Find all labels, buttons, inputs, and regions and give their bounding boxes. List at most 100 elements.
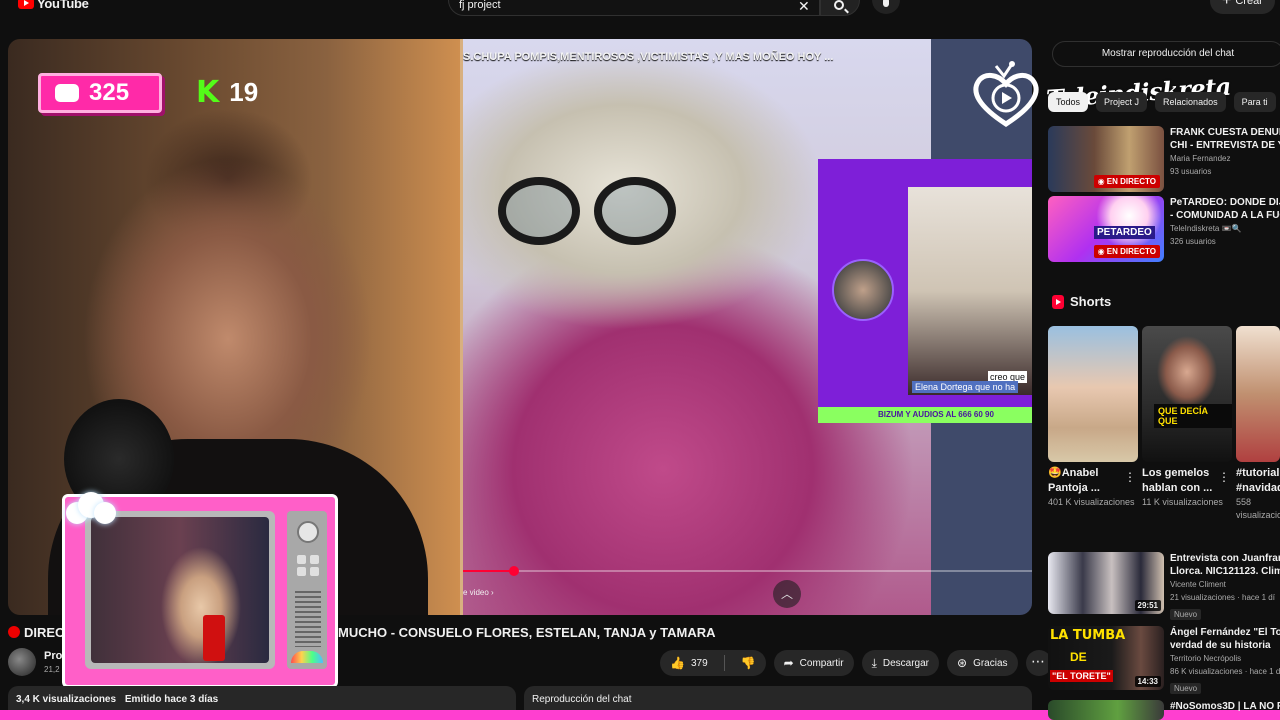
glasses-image xyxy=(498,177,678,247)
shorts-header: Shorts xyxy=(1052,294,1111,309)
rec-title: FRANK CUESTA DENUNC xyxy=(1170,127,1280,138)
short-views: 401 K visualizaciones xyxy=(1048,497,1135,507)
kick-count: 19 xyxy=(229,77,259,107)
red-cup-image xyxy=(203,615,225,661)
more-vert-icon[interactable]: ⋮ xyxy=(1124,470,1136,484)
live-badge: ◉ EN DIRECTO xyxy=(1093,175,1160,188)
like-count: 379 xyxy=(690,657,708,669)
youtube-play-icon xyxy=(18,0,34,9)
recommended-item[interactable]: LA TUMBA DE "EL TORETE" 14:33 Ángel Fern… xyxy=(1048,626,1280,696)
chip-project-j[interactable]: Project J xyxy=(1096,92,1148,112)
dollar-heart-icon: ⊛ xyxy=(957,656,968,670)
rec-title: - COMUNIDAD A LA FUGA xyxy=(1170,210,1280,221)
video-duration: 29:51 xyxy=(1134,600,1161,611)
rec-title: Entrevista con Juanfran P xyxy=(1170,553,1280,564)
thanks-button[interactable]: ⊛ Gracias xyxy=(947,650,1018,676)
rec-title: PeTARDEO: DONDE DIJE I xyxy=(1170,197,1280,208)
rec-channel: Maria Fernandez xyxy=(1170,154,1231,163)
chip-relacionados[interactable]: Relacionados xyxy=(1155,92,1226,112)
rainbow-icon xyxy=(291,651,323,663)
thumb-text: LA TUMBA xyxy=(1050,628,1126,643)
show-chat-replay-button[interactable]: Mostrar reproducción del chat xyxy=(1052,41,1280,67)
chip-para-ti[interactable]: Para ti xyxy=(1233,92,1276,112)
recommended-item[interactable]: PETARDEO ◉ EN DIRECTO PeTARDEO: DONDE DI… xyxy=(1048,196,1280,262)
video-title-start: DIREC xyxy=(24,625,65,640)
chevron-up-icon[interactable]: ︿ xyxy=(773,580,801,608)
create-button[interactable]: + Crear xyxy=(1210,0,1275,14)
recommended-item[interactable]: ◉ EN DIRECTO FRANK CUESTA DENUNC CHI - E… xyxy=(1048,126,1280,192)
rec-title: Ángel Fernández "El Toret xyxy=(1170,627,1280,638)
channel-subscribers: 21,2 xyxy=(44,665,60,674)
like-button[interactable]: 👍 379 xyxy=(660,650,718,676)
live-badge: ◉ EN DIRECTO xyxy=(1093,245,1160,258)
like-dislike-group: 👍 379 👎 xyxy=(660,650,766,676)
chip-todos[interactable]: Todos xyxy=(1048,92,1089,112)
rec-title: Llorca. NIC121123. Clime xyxy=(1170,566,1280,577)
short-title: 🤩Anabel Pantoja ... xyxy=(1048,467,1100,494)
search-button[interactable] xyxy=(820,0,860,16)
video-thumbnail[interactable]: ◉ EN DIRECTO xyxy=(1048,126,1164,192)
thumb-text: PETARDEO xyxy=(1094,226,1155,239)
short-views: 558 visualizaciones xyxy=(1236,497,1280,520)
clear-search-icon[interactable]: ✕ xyxy=(798,0,810,15)
voice-search-button[interactable] xyxy=(872,0,900,14)
more-vert-icon[interactable]: ⋮ xyxy=(1218,470,1230,484)
thumbs-up-icon: 👍 xyxy=(670,656,685,670)
rec-meta: 86 K visualizaciones · hace 1 d xyxy=(1170,667,1280,676)
tv-speaker-grille xyxy=(295,591,321,647)
rec-channel: TeleIndiskreta 📼🔍 xyxy=(1170,224,1242,233)
top-bar: YouTube ✕ + Crear xyxy=(0,0,1280,16)
player-link[interactable]: e video › xyxy=(463,588,494,597)
rec-channel: Territorio Necrópolis xyxy=(1170,654,1242,663)
viewer-count: 325 xyxy=(89,79,130,106)
dislike-button[interactable]: 👎 xyxy=(731,650,766,676)
kick-viewer-badge: K 19 xyxy=(196,75,258,110)
thumbs-down-icon: 👎 xyxy=(740,656,756,670)
progress-fill xyxy=(463,570,515,572)
shorts-icon xyxy=(1052,294,1064,309)
guest-webcam xyxy=(85,511,275,669)
youtube-logo[interactable]: YouTube xyxy=(18,0,89,11)
channel-avatar[interactable] xyxy=(8,648,36,676)
short-views: 11 K visualizaciones xyxy=(1142,497,1223,507)
recommended-item[interactable]: #NoSomos3D | LA NO PU xyxy=(1048,700,1280,720)
live-dot-icon xyxy=(8,626,20,638)
rec-meta: 93 usuarios xyxy=(1170,167,1212,176)
share-button[interactable]: ➦ Compartir xyxy=(773,650,854,676)
short-thumbnail[interactable]: QUE DECÍA QUE xyxy=(1142,326,1232,462)
cloud-icon xyxy=(62,488,118,528)
short-item[interactable]: QUE DECÍA QUE Los gemelos hablan con ...… xyxy=(1142,326,1232,509)
short-thumbnail[interactable] xyxy=(1236,326,1280,462)
tv-control-panel xyxy=(287,511,327,669)
video-thumbnail[interactable]: 29:51 xyxy=(1048,552,1164,614)
progress-bar[interactable] xyxy=(463,566,1032,576)
thumb-text: DE xyxy=(1070,650,1087,664)
short-caption: QUE DECÍA QUE xyxy=(1154,404,1232,428)
tv-knob-icon xyxy=(297,521,319,543)
rec-channel: Vicente Climent xyxy=(1170,580,1226,589)
plus-icon: + xyxy=(1222,0,1232,9)
caller-avatar xyxy=(832,259,894,321)
short-thumbnail[interactable] xyxy=(1048,326,1138,462)
search-input[interactable] xyxy=(459,0,789,11)
video-thumbnail[interactable]: PETARDEO ◉ EN DIRECTO xyxy=(1048,196,1164,262)
new-badge: Nuevo xyxy=(1170,609,1202,620)
new-badge: Nuevo xyxy=(1170,683,1202,694)
download-button[interactable]: ⤓ Descargar xyxy=(861,650,940,676)
recommended-item[interactable]: 29:51 Entrevista con Juanfran P Llorca. … xyxy=(1048,552,1280,622)
chat-bubble-icon xyxy=(55,84,79,102)
video-title-end: MUCHO - CONSUELO FLORES, ESTELAN, TANJA … xyxy=(338,625,716,640)
video-actions: 👍 379 👎 ➦ Compartir ⤓ Descargar ⊛ Gracia… xyxy=(660,650,1052,676)
video-call-inset: creo que Elena Dortega que no ha BIZUM Y… xyxy=(818,159,1032,423)
short-title: Los gemelos hablan con ... xyxy=(1142,467,1213,494)
short-item[interactable]: 🤩Anabel Pantoja ... 401 K visualizacione… xyxy=(1048,326,1138,509)
news-ticker: S.CHUPA POMPIS,MENTIROSOS ,VICTIMISTAS ,… xyxy=(463,51,834,63)
video-thumbnail[interactable]: LA TUMBA DE "EL TORETE" 14:33 xyxy=(1048,626,1164,690)
short-item[interactable]: #tutorial #navidad 558 visualizaciones xyxy=(1236,326,1280,522)
search-icon xyxy=(834,0,844,10)
rec-title: #NoSomos3D | LA NO PU xyxy=(1170,701,1280,712)
video-thumbnail[interactable] xyxy=(1048,700,1164,720)
view-count: 3,4 K visualizaciones xyxy=(16,694,117,705)
caller-name: Elena Dortega que no ha xyxy=(912,381,1019,393)
bizum-banner: BIZUM Y AUDIOS AL 666 60 90 xyxy=(818,407,1032,423)
